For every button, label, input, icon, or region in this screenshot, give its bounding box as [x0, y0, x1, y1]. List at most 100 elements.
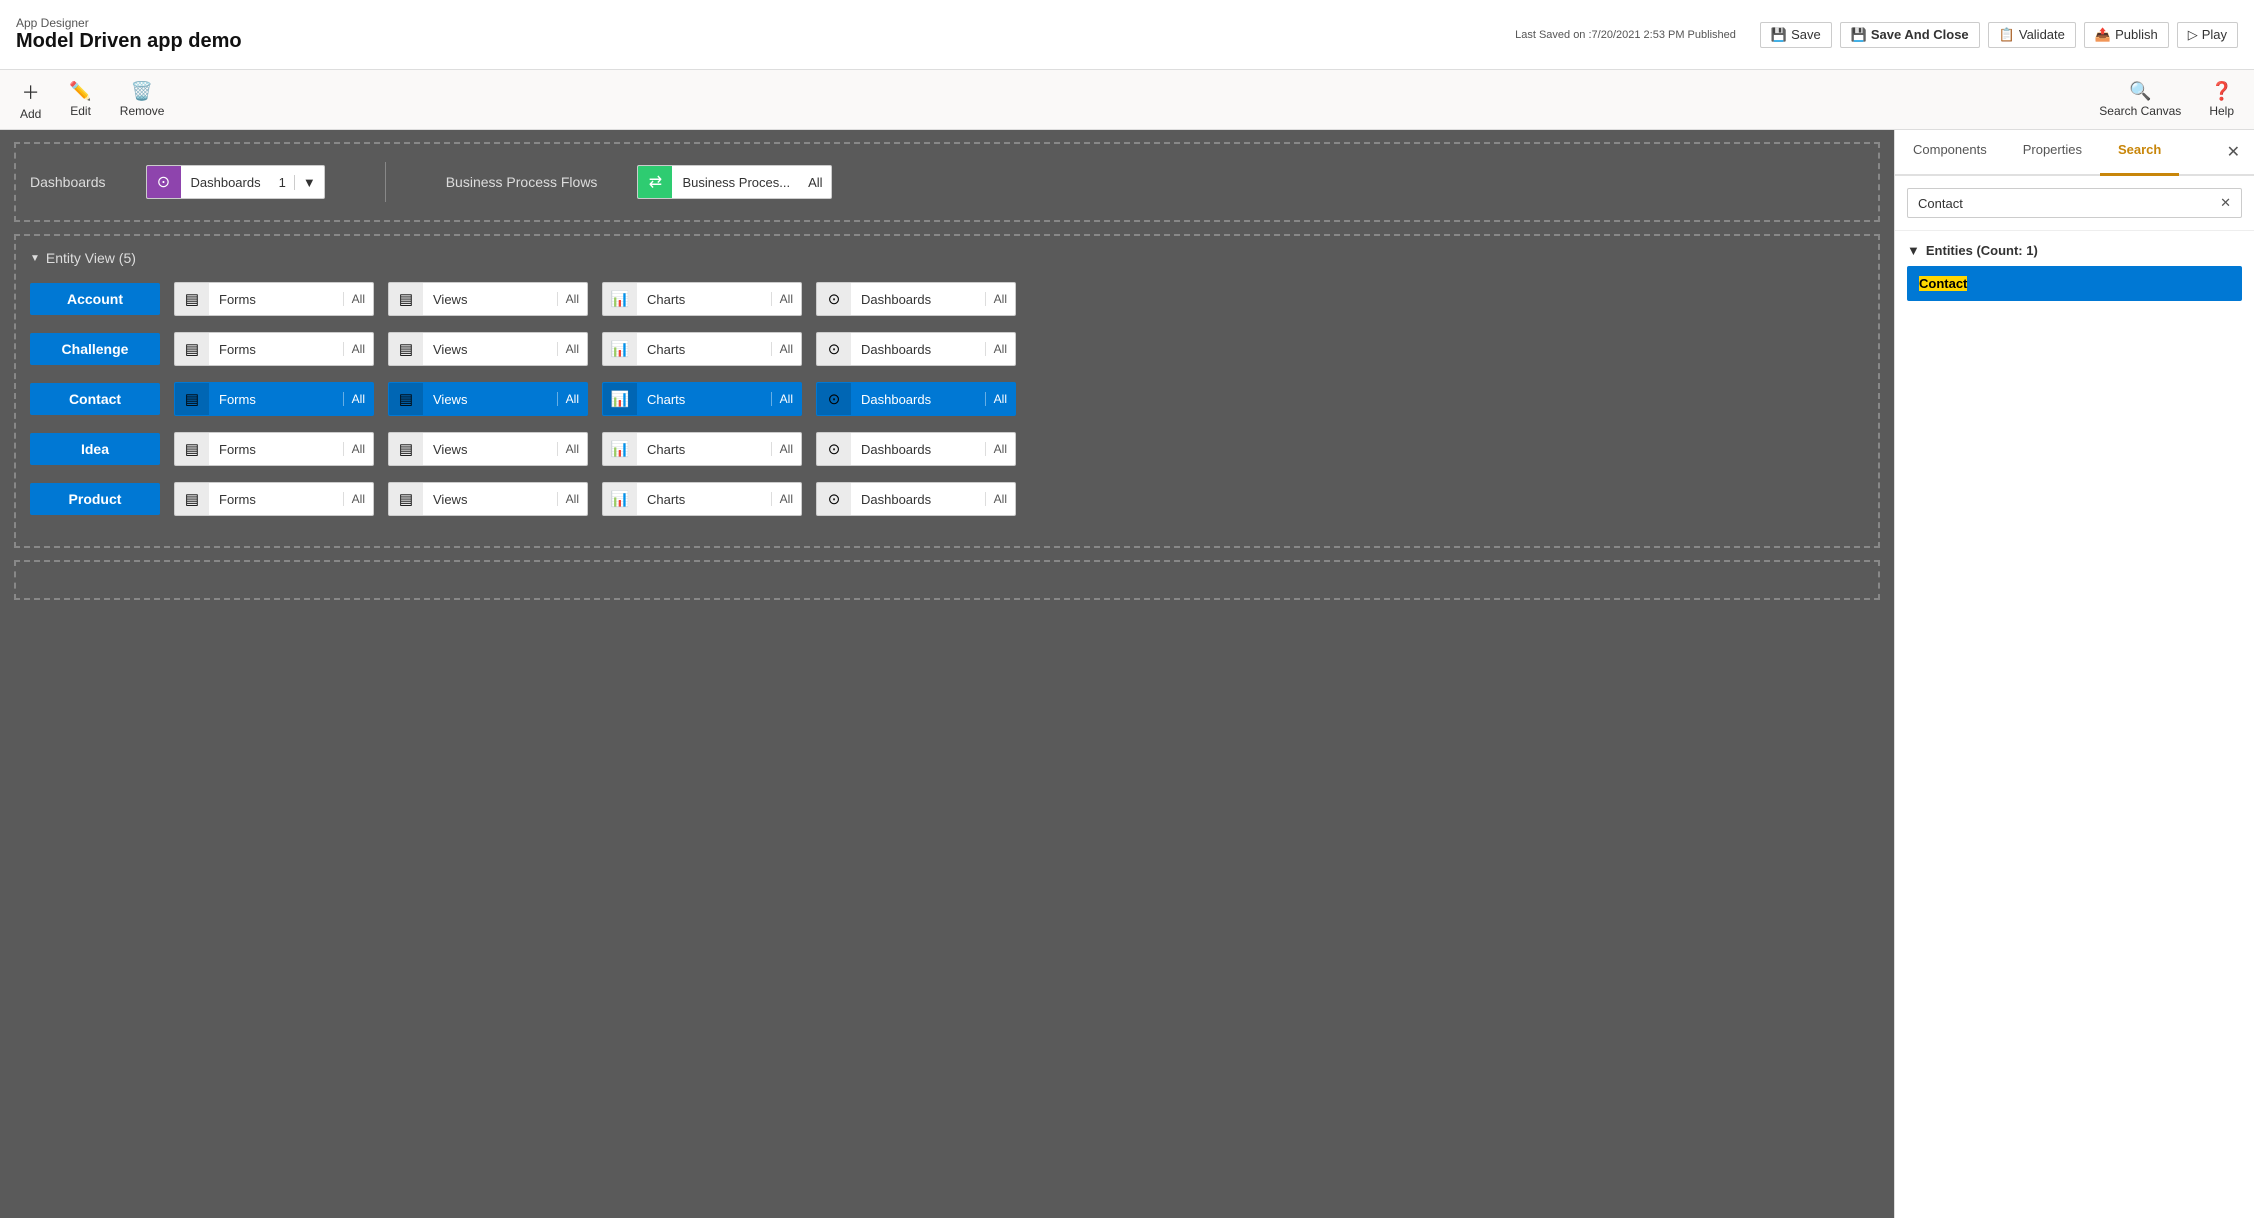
contact-charts-button[interactable]: 📊 Charts All [602, 382, 802, 416]
edit-icon: ✏️ [69, 81, 91, 102]
forms-icon: ▤ [175, 332, 209, 366]
collapse-icon[interactable]: ▼ [30, 253, 40, 264]
play-button[interactable]: ▷ Play [2177, 22, 2238, 48]
product-views-button[interactable]: ▤ Views All [388, 482, 588, 516]
views-icon: ▤ [389, 382, 423, 416]
search-canvas-item[interactable]: 🔍 Search Canvas [2099, 81, 2181, 118]
dashboards-dropdown-icon[interactable]: ▼ [295, 175, 324, 190]
tab-search[interactable]: Search [2100, 130, 2179, 176]
top-bar-right: Last Saved on :7/20/2021 2:53 PM Publish… [1515, 22, 2238, 48]
forms-icon: ▤ [175, 482, 209, 516]
tab-properties[interactable]: Properties [2005, 130, 2100, 176]
dashboards-comp-icon: ⊙ [817, 482, 851, 516]
contact-dashboards-button[interactable]: ⊙ Dashboards All [816, 382, 1016, 416]
entity-product-button[interactable]: Product [30, 483, 160, 515]
remove-icon: 🗑️ [131, 81, 153, 102]
save-close-icon: 💾 [1851, 27, 1867, 43]
entity-result-highlight: Contact [1919, 276, 1967, 291]
entity-idea-button[interactable]: Idea [30, 433, 160, 465]
idea-dashboards-button[interactable]: ⊙ Dashboards All [816, 432, 1016, 466]
entities-section: ▼ Entities (Count: 1) Contact [1895, 231, 2254, 313]
challenge-views-button[interactable]: ▤ Views All [388, 332, 588, 366]
help-icon: ❓ [2210, 81, 2232, 102]
challenge-dashboards-button[interactable]: ⊙ Dashboards All [816, 332, 1016, 366]
entity-view-label: Entity View (5) [46, 250, 136, 266]
entities-header-label: Entities (Count: 1) [1926, 243, 2038, 258]
dashboards-section-label: Dashboards [30, 174, 106, 190]
entity-challenge-button[interactable]: Challenge [30, 333, 160, 365]
bpf-bar[interactable]: ⇄ Business Proces... All [637, 165, 831, 199]
views-icon: ▤ [389, 282, 423, 316]
search-input[interactable] [1918, 196, 2212, 211]
dashboards-section: Dashboards ⊙ Dashboards 1 ▼ Business Pro… [14, 142, 1880, 222]
save-icon: 💾 [1771, 27, 1787, 43]
product-charts-button[interactable]: 📊 Charts All [602, 482, 802, 516]
bpf-count: All [800, 175, 830, 190]
idea-forms-button[interactable]: ▤ Forms All [174, 432, 374, 466]
entities-collapse-icon[interactable]: ▼ [1907, 243, 1920, 258]
canvas[interactable]: Dashboards ⊙ Dashboards 1 ▼ Business Pro… [0, 130, 1894, 1218]
main-layout: Dashboards ⊙ Dashboards 1 ▼ Business Pro… [0, 130, 2254, 1218]
dashboards-comp-icon: ⊙ [817, 432, 851, 466]
contact-views-button[interactable]: ▤ Views All [388, 382, 588, 416]
forms-icon: ▤ [175, 382, 209, 416]
right-panel-tabs: Components Properties Search ✕ [1895, 130, 2254, 176]
bpf-section-label: Business Process Flows [446, 174, 598, 190]
idea-views-button[interactable]: ▤ Views All [388, 432, 588, 466]
forms-icon: ▤ [175, 282, 209, 316]
charts-icon: 📊 [603, 382, 637, 416]
bpf-separator [385, 162, 386, 202]
account-charts-button[interactable]: 📊 Charts All [602, 282, 802, 316]
challenge-charts-button[interactable]: 📊 Charts All [602, 332, 802, 366]
play-icon: ▷ [2188, 27, 2198, 43]
dashboards-bar-icon: ⊙ [147, 165, 181, 199]
entity-contact-button[interactable]: Contact [30, 383, 160, 415]
entity-result-contact[interactable]: Contact [1907, 266, 2242, 301]
app-title: Model Driven app demo [16, 30, 242, 53]
dashboards-bar[interactable]: ⊙ Dashboards 1 ▼ [146, 165, 325, 199]
add-icon: ＋ [22, 79, 40, 105]
toolbar-right: 🔍 Search Canvas ❓ Help [2099, 81, 2234, 118]
top-bar-left: App Designer Model Driven app demo [16, 16, 242, 53]
charts-icon: 📊 [603, 282, 637, 316]
save-button[interactable]: 💾 Save [1760, 22, 1832, 48]
entity-view-section: ▼ Entity View (5) Account ▤ Forms All ▤ … [14, 234, 1880, 548]
forms-icon: ▤ [175, 432, 209, 466]
dashboards-comp-icon: ⊙ [817, 382, 851, 416]
toolbar: ＋ Add ✏️ Edit 🗑️ Remove 🔍 Search Canvas … [0, 70, 2254, 130]
entity-account-button[interactable]: Account [30, 283, 160, 315]
close-panel-button[interactable]: ✕ [2213, 130, 2254, 174]
tab-components[interactable]: Components [1895, 130, 2005, 176]
publish-icon: 📤 [2095, 27, 2111, 43]
account-views-button[interactable]: ▤ Views All [388, 282, 588, 316]
add-toolbar-item[interactable]: ＋ Add [20, 79, 41, 121]
product-dashboards-button[interactable]: ⊙ Dashboards All [816, 482, 1016, 516]
challenge-forms-button[interactable]: ▤ Forms All [174, 332, 374, 366]
product-forms-button[interactable]: ▤ Forms All [174, 482, 374, 516]
charts-icon: 📊 [603, 332, 637, 366]
entity-row-account: Account ▤ Forms All ▤ Views All 📊 Charts… [30, 282, 1864, 316]
search-box-wrapper: ✕ [1895, 176, 2254, 231]
account-forms-button[interactable]: ▤ Forms All [174, 282, 374, 316]
top-bar: App Designer Model Driven app demo Last … [0, 0, 2254, 70]
idea-charts-button[interactable]: 📊 Charts All [602, 432, 802, 466]
validate-icon: 📋 [1999, 27, 2015, 43]
bpf-label: Business Proces... [672, 175, 800, 190]
account-dashboards-button[interactable]: ⊙ Dashboards All [816, 282, 1016, 316]
contact-forms-button[interactable]: ▤ Forms All [174, 382, 374, 416]
validate-button[interactable]: 📋 Validate [1988, 22, 2076, 48]
dashboards-comp-icon: ⊙ [817, 332, 851, 366]
search-box: ✕ [1907, 188, 2242, 218]
charts-icon: 📊 [603, 432, 637, 466]
entities-header: ▼ Entities (Count: 1) [1907, 243, 2242, 258]
publish-button[interactable]: 📤 Publish [2084, 22, 2169, 48]
remove-toolbar-item[interactable]: 🗑️ Remove [120, 81, 165, 118]
save-and-close-button[interactable]: 💾 Save And Close [1840, 22, 1980, 48]
clear-search-icon[interactable]: ✕ [2220, 195, 2231, 211]
last-saved-label: Last Saved on :7/20/2021 2:53 PM Publish… [1515, 29, 1736, 41]
views-icon: ▤ [389, 432, 423, 466]
edit-toolbar-item[interactable]: ✏️ Edit [69, 81, 91, 118]
app-type-label: App Designer [16, 16, 242, 30]
entity-row-idea: Idea ▤ Forms All ▤ Views All 📊 Charts Al… [30, 432, 1864, 466]
help-item[interactable]: ❓ Help [2209, 81, 2234, 118]
